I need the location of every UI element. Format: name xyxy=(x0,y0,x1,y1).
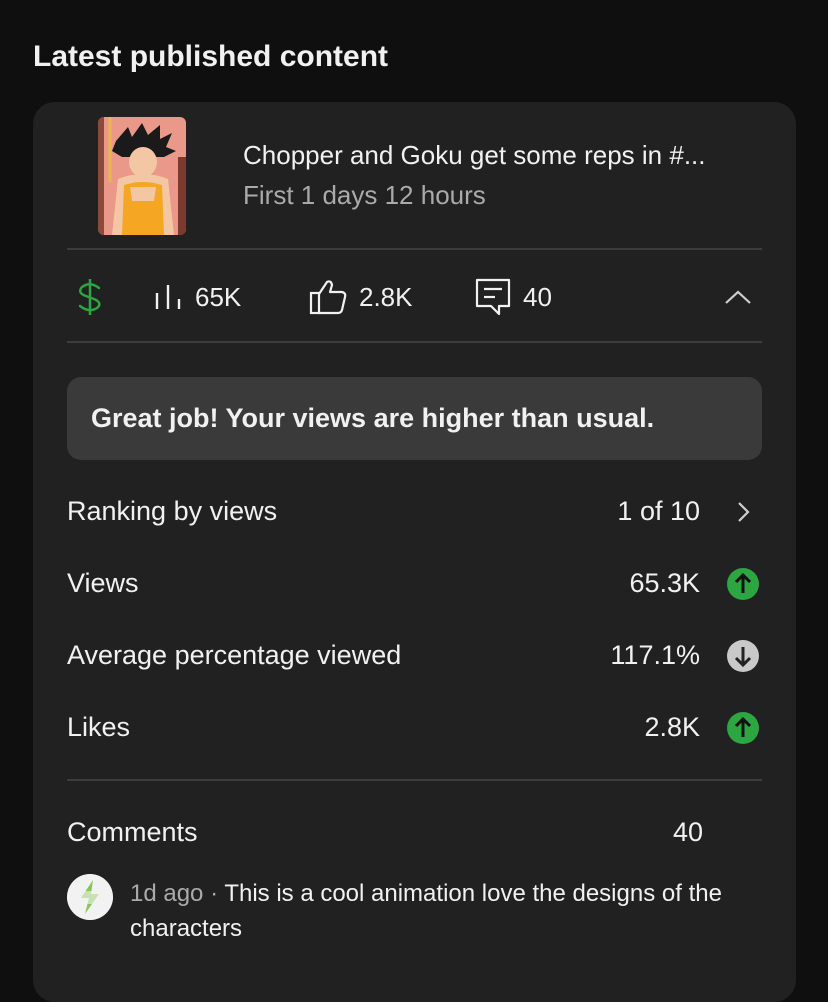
comments-label: Comments xyxy=(67,817,198,847)
divider xyxy=(67,779,762,781)
metric-value: 1 of 10 xyxy=(617,496,700,526)
divider xyxy=(67,341,762,343)
thumbs-up-icon xyxy=(309,280,347,315)
metric-value: 2.8K xyxy=(644,712,700,742)
metric-row-likes: Likes 2.8K xyxy=(67,704,762,754)
likes-stat[interactable]: 2.8K xyxy=(309,272,413,322)
metric-row-views: Views 65.3K xyxy=(67,560,762,610)
comment-time: 1d ago xyxy=(130,880,204,907)
chevron-up-icon xyxy=(725,290,751,304)
metric-value: 117.1% xyxy=(610,640,700,670)
arrow-down-circle-icon xyxy=(727,640,759,672)
arrow-up-circle-icon xyxy=(727,568,759,600)
views-stat[interactable]: 65K xyxy=(153,272,241,322)
stats-row[interactable]: 65K 2.8K 40 xyxy=(67,272,762,322)
dollar-icon xyxy=(78,279,101,315)
comments-count-stat: 40 xyxy=(523,281,552,312)
comments-count: 40 xyxy=(673,817,704,847)
video-thumbnail[interactable] xyxy=(98,117,186,235)
metric-label: Ranking by views xyxy=(67,496,278,526)
metric-label: Average percentage viewed xyxy=(67,640,402,670)
performance-banner: Great job! Your views are higher than us… xyxy=(67,377,762,460)
likes-count: 2.8K xyxy=(359,281,413,312)
video-title[interactable]: Chopper and Goku get some reps in #... xyxy=(243,140,706,171)
comment-separator: · xyxy=(203,880,225,907)
arrow-up-circle-icon xyxy=(727,712,759,744)
metric-value: 65.3K xyxy=(629,568,700,598)
bar-chart-icon xyxy=(155,285,181,309)
section-title: Latest published content xyxy=(33,40,389,73)
metric-label: Likes xyxy=(67,712,131,742)
comment-icon xyxy=(475,278,511,316)
chevron-right-icon[interactable] xyxy=(726,495,760,529)
latest-content-card[interactable]: Chopper and Goku get some reps in #... F… xyxy=(33,102,796,1002)
metric-label: Views xyxy=(67,568,139,598)
metric-row-avg-percentage: Average percentage viewed 117.1% xyxy=(67,632,762,682)
metric-row-ranking[interactable]: Ranking by views 1 of 10 xyxy=(67,488,762,538)
divider xyxy=(67,248,762,250)
collapse-button[interactable] xyxy=(723,272,753,322)
video-age: First 1 days 12 hours xyxy=(243,180,486,210)
avatar[interactable] xyxy=(67,874,113,920)
monetization-status[interactable] xyxy=(77,272,103,322)
latest-comment[interactable]: 1d ago · This is a cool animation love t… xyxy=(130,876,770,946)
banner-text: Great job! Your views are higher than us… xyxy=(91,403,655,433)
comments-stat[interactable]: 40 xyxy=(475,272,552,322)
views-count: 65K xyxy=(195,281,242,312)
